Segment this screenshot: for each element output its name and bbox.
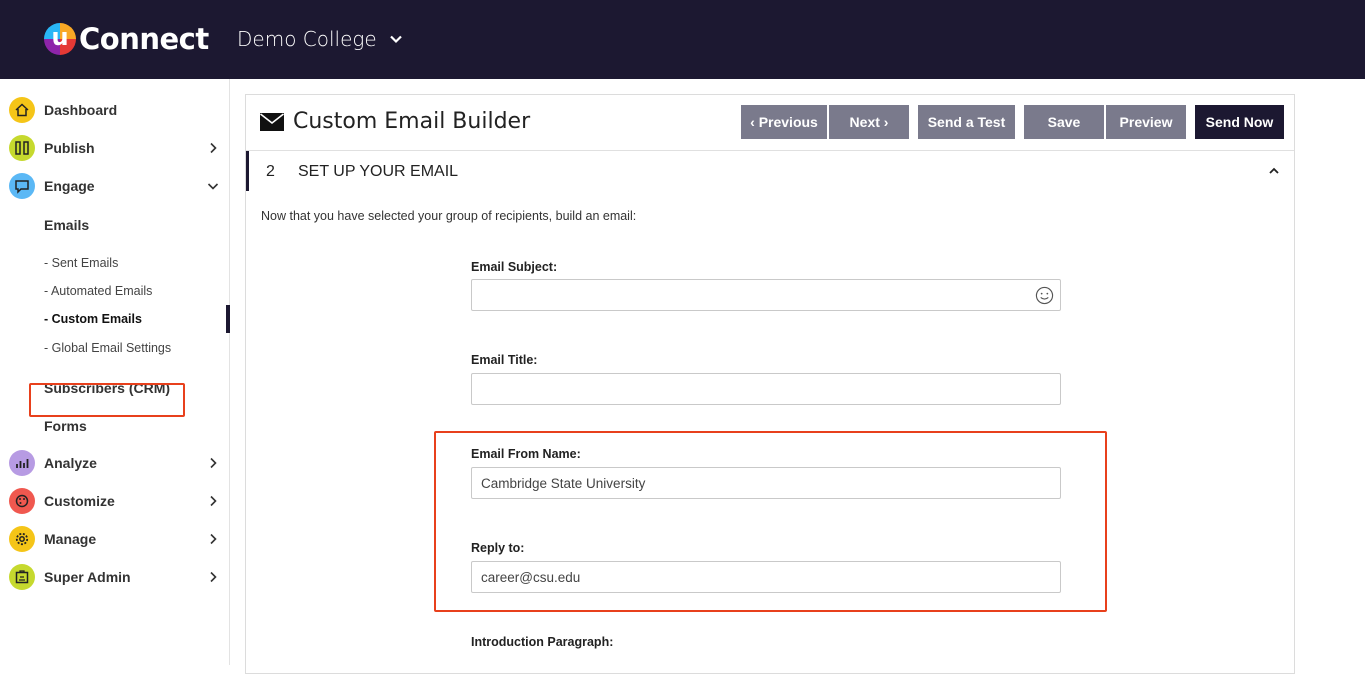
top-header: u Connect Demo College [0,0,1365,79]
sidebar: Dashboard Publish Engage Emails - Sent E… [0,79,230,665]
chevron-up-icon[interactable] [1268,165,1280,177]
envelope-icon [260,112,284,131]
step-header[interactable]: 2 SET UP YOUR EMAIL [246,151,1294,191]
chat-icon [9,173,35,199]
sidebar-item-dashboard[interactable]: Dashboard [0,91,230,129]
sidebar-item-super-admin[interactable]: Super Admin [0,558,230,596]
preview-button[interactable]: Preview [1106,105,1186,139]
sidebar-item-label: Dashboard [44,102,118,118]
email-subject-input[interactable] [471,279,1061,311]
page-title: Custom Email Builder [259,109,530,134]
send-test-button[interactable]: Send a Test [918,105,1015,139]
introduction-paragraph-label: Introduction Paragraph: [471,635,614,649]
next-button[interactable]: Next › [829,105,909,139]
previous-button[interactable]: ‹ Previous [741,105,827,139]
step-title: SET UP YOUR EMAIL [298,163,459,180]
sidebar-item-label: Publish [44,140,95,156]
step-number: 2 [266,163,275,180]
college-name: Demo College [237,27,377,51]
save-button[interactable]: Save [1024,105,1104,139]
gear-icon [9,526,35,552]
uconnect-logo[interactable]: u Connect [44,22,209,56]
sidebar-item-label: Super Admin [44,569,131,585]
sidebar-sub-emails[interactable]: Emails [44,217,89,233]
chevron-right-icon [210,457,217,469]
email-builder-card: Custom Email Builder ‹ Previous Next › S… [245,94,1295,674]
sidebar-item-manage[interactable]: Manage [0,520,230,558]
sidebar-item-label: Manage [44,531,97,547]
highlight-box-custom-emails [29,383,185,417]
sidebar-item-label: Analyze [44,455,97,471]
chevron-right-icon [210,495,217,507]
sidebar-sub-sent-emails[interactable]: - Sent Emails [44,256,118,270]
sidebar-item-customize[interactable]: Customize [0,482,230,520]
chevron-down-icon [389,35,402,44]
instructions-text: Now that you have selected your group of… [261,209,637,223]
email-title-label: Email Title: [471,353,538,367]
emoji-icon[interactable] [1035,286,1054,305]
sidebar-item-label: Engage [44,178,95,194]
chevron-right-icon [210,533,217,545]
sidebar-sub-forms[interactable]: Forms [44,418,87,434]
email-subject-label: Email Subject: [471,260,558,274]
email-title-input[interactable] [471,373,1061,405]
home-icon [9,97,35,123]
college-selector[interactable]: Demo College [237,27,403,51]
active-indicator [226,305,230,333]
highlight-box-sender-fields [434,431,1107,612]
sidebar-sub-global-email-settings[interactable]: - Global Email Settings [44,341,171,355]
palette-icon [9,488,35,514]
chevron-right-icon [210,571,217,583]
chevron-right-icon [210,142,217,154]
sidebar-item-publish[interactable]: Publish [0,129,230,167]
chart-icon [9,450,35,476]
sidebar-item-analyze[interactable]: Analyze [0,444,230,482]
sidebar-item-engage[interactable]: Engage [0,167,230,205]
sidebar-item-label: Customize [44,493,115,509]
logo-badge: u [44,23,76,55]
logo-text: Connect [79,22,209,56]
badge-icon [9,564,35,590]
chevron-down-icon [207,183,219,190]
page-title-text: Custom Email Builder [293,109,531,134]
columns-icon [9,135,35,161]
sidebar-sub-custom-emails[interactable]: - Custom Emails [44,312,142,326]
sidebar-sub-automated-emails[interactable]: - Automated Emails [44,284,152,298]
send-now-button[interactable]: Send Now [1195,105,1284,139]
